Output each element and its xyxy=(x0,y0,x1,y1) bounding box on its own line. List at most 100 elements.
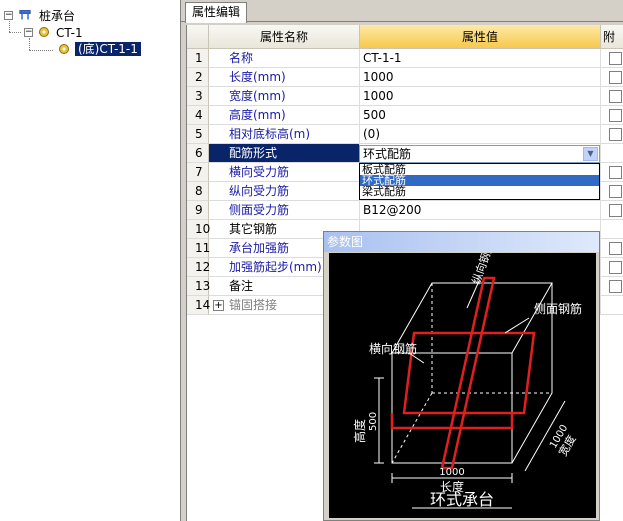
dropdown-option[interactable]: 梁式配筋 xyxy=(360,186,599,197)
row-number: 9 xyxy=(187,201,209,220)
diagram-caption: 环式承台 xyxy=(430,490,494,509)
property-name-text: 名称 xyxy=(229,51,254,65)
col-header-extra[interactable]: 附加 xyxy=(601,25,623,49)
extra-checkbox[interactable] xyxy=(609,185,622,198)
tab-strip: 属性编辑 xyxy=(181,0,623,23)
row-number: 2 xyxy=(187,68,209,87)
property-name[interactable]: 名称 xyxy=(209,49,360,68)
property-name-text: 高度(mm) xyxy=(229,108,286,122)
reinforcement-type-select[interactable]: 环式配筋 ▼ xyxy=(359,145,600,163)
property-value[interactable]: 1000 xyxy=(360,87,601,106)
property-value[interactable]: 500 xyxy=(360,106,601,125)
parameter-diagram-canvas: 纵向钢筋 侧面钢筋 横向钢筋 高度 500 1000 宽度 1000 长度 环式… xyxy=(329,240,596,518)
row-number: 7 xyxy=(187,163,209,182)
extra-cell xyxy=(601,144,623,163)
extra-cell xyxy=(601,220,623,239)
extra-checkbox[interactable] xyxy=(609,242,622,255)
length-value: 1000 xyxy=(439,467,464,478)
property-row[interactable]: 2 长度(mm) 1000 xyxy=(187,68,623,87)
tab-property-edit[interactable]: 属性编辑 xyxy=(185,2,248,23)
property-row[interactable]: 9 侧面受力筋 B12@200 xyxy=(187,201,623,220)
extra-cell xyxy=(601,106,623,125)
side-leader xyxy=(504,317,530,334)
row-number: 1 xyxy=(187,49,209,68)
property-name[interactable]: 纵向受力筋 xyxy=(209,182,360,201)
property-name[interactable]: 宽度(mm) xyxy=(209,87,360,106)
property-row[interactable]: 5 相对底标高(m) (0) xyxy=(187,125,623,144)
collapse-ct1-icon[interactable]: − xyxy=(24,28,33,37)
gear-icon xyxy=(39,27,49,37)
tree-root-label[interactable]: 桩承台 xyxy=(39,9,75,23)
extra-cell xyxy=(601,258,623,277)
extra-cell xyxy=(601,87,623,106)
property-name-text: 相对底标高(m) xyxy=(229,127,311,141)
property-row[interactable]: 4 高度(mm) 500 xyxy=(187,106,623,125)
property-value[interactable]: (0) xyxy=(360,125,601,144)
col-header-name[interactable]: 属性名称 xyxy=(209,25,360,49)
property-value[interactable]: CT-1-1 xyxy=(360,49,601,68)
parameter-diagram-title[interactable]: 参数图 xyxy=(324,232,599,252)
height-value: 500 xyxy=(368,412,379,431)
gear-icon xyxy=(59,44,69,54)
property-name[interactable]: 侧面受力筋 xyxy=(209,201,360,220)
row-number: 11 xyxy=(187,239,210,258)
property-name-text: 备注 xyxy=(229,279,254,293)
pile-cap-icon xyxy=(19,10,31,20)
row-number: 14 xyxy=(187,296,210,315)
extra-checkbox[interactable] xyxy=(609,52,622,65)
property-name-text: 加强筋起步(mm) xyxy=(229,260,322,274)
extra-cell xyxy=(601,125,623,144)
property-name-text: 侧面受力筋 xyxy=(229,203,290,217)
property-row[interactable]: 1 名称 CT-1-1 xyxy=(187,49,623,68)
parameter-diagram-window[interactable]: 参数图 纵向钢筋 侧面钢筋 横向钢筋 高度 500 1000 宽度 1000 长… xyxy=(323,231,600,521)
extra-checkbox[interactable] xyxy=(609,90,622,103)
row-number: 6 xyxy=(187,144,209,163)
property-value[interactable]: 1000 xyxy=(360,68,601,87)
property-name-text: 横向受力筋 xyxy=(229,165,290,179)
row-number: 5 xyxy=(187,125,209,144)
extra-checkbox[interactable] xyxy=(609,71,622,84)
extra-cell xyxy=(601,296,623,315)
chevron-down-icon[interactable]: ▼ xyxy=(583,147,598,161)
side-rebar-label: 侧面钢筋 xyxy=(534,301,582,316)
row-number: 4 xyxy=(187,106,209,125)
tree-item-ct1-1[interactable]: (底)CT-1-1 xyxy=(75,42,141,56)
property-name[interactable]: 横向受力筋 xyxy=(209,163,360,182)
height-label: 高度 xyxy=(352,419,367,443)
property-name[interactable]: 相对底标高(m) xyxy=(209,125,360,144)
row-number: 10 xyxy=(187,220,210,239)
property-value[interactable]: B12@200 xyxy=(360,201,601,220)
extra-checkbox[interactable] xyxy=(609,204,622,217)
property-name-text: 其它钢筋 xyxy=(229,222,278,236)
transverse-rebar-label: 横向钢筋 xyxy=(369,341,417,356)
col-header-num xyxy=(187,25,209,49)
tree-item-ct1[interactable]: CT-1 xyxy=(56,26,83,40)
collapse-root-icon[interactable]: − xyxy=(4,11,13,20)
extra-cell xyxy=(601,182,623,201)
row-number: 13 xyxy=(187,277,210,296)
extra-checkbox[interactable] xyxy=(609,128,622,141)
extra-checkbox[interactable] xyxy=(609,261,622,274)
row-number: 3 xyxy=(187,87,209,106)
extra-checkbox[interactable] xyxy=(609,280,622,293)
col-header-value[interactable]: 属性值 xyxy=(360,25,601,49)
property-name[interactable]: 高度(mm) xyxy=(209,106,360,125)
pile-cap-diagram: 纵向钢筋 侧面钢筋 横向钢筋 高度 500 1000 宽度 1000 长度 环式… xyxy=(352,240,582,509)
reinforcement-type-dropdown[interactable]: 板式配筋 环式配筋 梁式配筋 xyxy=(359,163,600,200)
row-number: 12 xyxy=(187,258,210,277)
extra-cell xyxy=(601,49,623,68)
extra-cell xyxy=(601,163,623,182)
extra-checkbox[interactable] xyxy=(609,166,622,179)
expand-icon[interactable]: + xyxy=(213,300,224,311)
property-name[interactable]: 长度(mm) xyxy=(209,68,360,87)
property-name-text: 长度(mm) xyxy=(229,70,286,84)
component-tree: − 桩承台 − CT-1 (底)CT-1-1 xyxy=(0,0,181,521)
property-name-text: 承台加强筋 xyxy=(229,241,290,255)
property-name-text: 配筋形式 xyxy=(229,146,278,160)
extra-cell xyxy=(601,239,623,258)
property-name-text: 宽度(mm) xyxy=(229,89,286,103)
property-name[interactable]: 配筋形式 xyxy=(209,144,360,163)
extra-checkbox[interactable] xyxy=(609,109,622,122)
property-row[interactable]: 3 宽度(mm) 1000 xyxy=(187,87,623,106)
extra-cell xyxy=(601,201,623,220)
